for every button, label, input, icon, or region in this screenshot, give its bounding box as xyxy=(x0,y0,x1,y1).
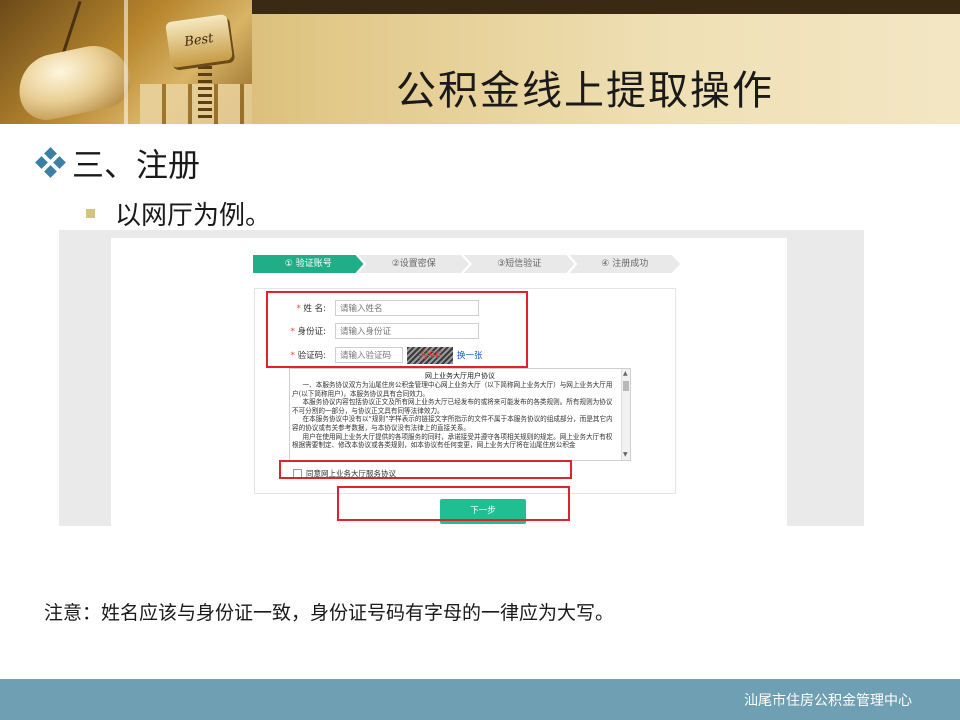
note-text: 注意：姓名应该与身份证一致，身份证号码有字母的一律应为大写。 xyxy=(44,602,615,624)
diamond-bullet-icon xyxy=(35,147,66,178)
registration-page: ① 验证账号 ②设置密保 ③短信验证 ④ 注册成功 * 姓 名: 请输入姓名 *… xyxy=(111,238,787,526)
agreement-body: 一、本服务协议双方为汕尾住房公积金管理中心网上业务大厅（以下简称网上业务大厅）与… xyxy=(290,381,630,450)
page-title: 公积金线上提取操作 xyxy=(396,68,774,114)
highlight-agree-checkbox xyxy=(279,460,572,479)
scroll-down-icon[interactable]: ▼ xyxy=(623,451,628,459)
step-security-question: ②设置密保 xyxy=(359,255,470,273)
mouse-cord xyxy=(61,0,82,56)
banner-photo: Best xyxy=(0,0,252,124)
agreement-textbox[interactable]: 网上业务大厅用户协议 一、本服务协议双方为汕尾住房公积金管理中心网上业务大厅（以… xyxy=(289,368,631,461)
footer-text: 汕尾市住房公积金管理中心 xyxy=(744,693,912,709)
best-key-image: Best xyxy=(165,13,233,69)
step-verify-account: ① 验证账号 xyxy=(253,255,364,273)
bullet-level-1: 三、注册 xyxy=(35,140,201,186)
scroll-thumb[interactable] xyxy=(623,381,629,391)
agreement-title: 网上业务大厅用户协议 xyxy=(425,372,495,380)
agreement-scrollbar[interactable]: ▲ ▼ xyxy=(621,369,630,460)
square-bullet-icon xyxy=(86,209,95,218)
step-progress: ① 验证账号 ②设置密保 ③短信验证 ④ 注册成功 xyxy=(253,255,675,273)
keyboard-image xyxy=(140,84,252,124)
agreement-paragraph: 在本服务协议中没有以“规则”字样表示的链接文字所指示的文件不属于本服务协议的组成… xyxy=(292,415,613,432)
computer-mouse-image xyxy=(12,39,136,124)
bullet-level-1-text: 三、注册 xyxy=(72,146,201,184)
highlight-form-fields xyxy=(266,291,528,368)
agreement-paragraph: 用户在使用网上业务大厅提供的各项服务的同时，承诺接受并遵守各项相关规则的规定。网… xyxy=(292,432,613,450)
agreement-paragraph: 一、本服务协议双方为汕尾住房公积金管理中心网上业务大厅（以下简称网上业务大厅）与… xyxy=(292,381,613,398)
step-register-success: ④ 注册成功 xyxy=(570,255,681,273)
bullet-level-2: 以网厅为例。 xyxy=(86,195,271,232)
scroll-up-icon[interactable]: ▲ xyxy=(623,370,628,378)
spring-image xyxy=(198,66,212,118)
step-sms-verify: ③短信验证 xyxy=(464,255,575,273)
footer-bar: 汕尾市住房公积金管理中心 xyxy=(0,679,960,720)
bullet-level-2-text: 以网厅为例。 xyxy=(115,201,272,231)
agreement-paragraph: 本服务协议内容包括协议正文及所有网上业务大厅已经发布的或将来可能发布的各类规则。… xyxy=(292,398,613,415)
highlight-next-button xyxy=(337,486,570,521)
embedded-screenshot: ① 验证账号 ②设置密保 ③短信验证 ④ 注册成功 * 姓 名: 请输入姓名 *… xyxy=(59,230,864,526)
photo-divider xyxy=(124,0,128,124)
